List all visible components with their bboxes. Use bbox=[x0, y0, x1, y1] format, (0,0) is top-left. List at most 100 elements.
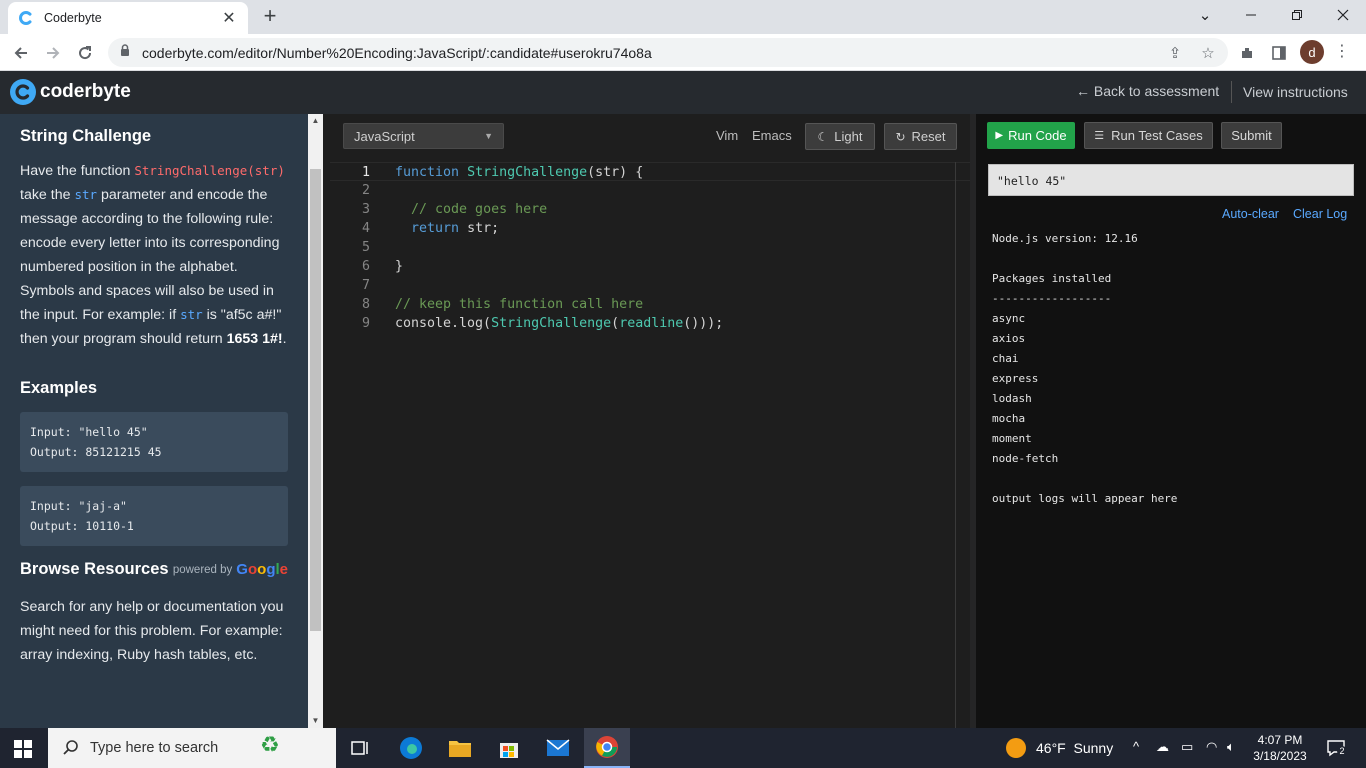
param-code: str bbox=[74, 187, 98, 202]
extensions-icon[interactable] bbox=[1234, 40, 1260, 66]
taskbar-search-box[interactable]: Type here to search ♻ bbox=[48, 728, 336, 768]
clock-date: 3/18/2023 bbox=[1253, 749, 1307, 763]
scroll-up-icon[interactable]: ▲ bbox=[308, 114, 323, 128]
address-bar[interactable]: coderbyte.com/editor/Number%20Encoding:J… bbox=[108, 38, 1228, 67]
desc-text: Have the function bbox=[20, 163, 135, 179]
scroll-down-icon[interactable]: ▼ bbox=[308, 714, 323, 728]
onedrive-cloud-icon[interactable]: ☁ bbox=[1156, 739, 1169, 755]
console-line: ------------------ bbox=[992, 292, 1112, 305]
restore-button[interactable] bbox=[1274, 0, 1320, 30]
forward-arrow-icon[interactable] bbox=[40, 40, 66, 66]
example-input: Input: "jaj-a" bbox=[30, 499, 127, 513]
weather-widget[interactable]: 46°F Sunny bbox=[1006, 738, 1113, 758]
tab-close-icon[interactable]: ✕ bbox=[220, 8, 238, 28]
browser-menu-icon[interactable]: ⋮ bbox=[1334, 40, 1350, 64]
weather-text: 46°F Sunny bbox=[1036, 740, 1114, 756]
emacs-mode-button[interactable]: Emacs bbox=[752, 128, 792, 143]
submit-button[interactable]: Submit bbox=[1221, 122, 1282, 149]
tab-search-icon[interactable]: ⌄ bbox=[1182, 0, 1228, 30]
browser-toolbar: coderbyte.com/editor/Number%20Encoding:J… bbox=[0, 34, 1366, 71]
back-to-assessment-link[interactable]: ← Back to assessment bbox=[1076, 83, 1219, 99]
windows-start-icon[interactable] bbox=[14, 740, 32, 758]
scrollbar-thumb[interactable] bbox=[310, 169, 321, 631]
task-view-icon[interactable] bbox=[346, 734, 374, 762]
challenge-description: Have the function StringChallenge(str) t… bbox=[20, 159, 288, 351]
coderbyte-logo[interactable]: coderbyte bbox=[10, 79, 131, 105]
header-divider bbox=[1231, 81, 1232, 103]
bookmark-star-icon[interactable]: ☆ bbox=[1195, 40, 1221, 66]
google-logo: Google bbox=[236, 561, 288, 578]
chrome-icon bbox=[596, 736, 618, 758]
minimize-icon bbox=[1246, 14, 1256, 16]
code-line: 5 bbox=[330, 238, 970, 257]
reset-label: Reset bbox=[911, 129, 946, 144]
back-arrow-icon[interactable] bbox=[8, 40, 34, 66]
example-block: Input: "jaj-a" Output: 10110-1 bbox=[20, 486, 288, 546]
light-theme-button[interactable]: ☾ Light bbox=[805, 123, 875, 150]
examples-title: Examples bbox=[20, 379, 98, 397]
browser-tab-strip: Coderbyte ✕ + ⌄ bbox=[0, 0, 1366, 34]
microsoft-store-icon[interactable] bbox=[495, 734, 523, 762]
close-window-button[interactable] bbox=[1320, 0, 1366, 30]
line-number: 9 bbox=[361, 316, 370, 331]
reload-icon[interactable] bbox=[72, 40, 98, 66]
reset-button[interactable]: ↻ Reset bbox=[884, 123, 957, 150]
tab-title: Coderbyte bbox=[44, 11, 102, 25]
system-clock[interactable]: 4:07 PM 3/18/2023 bbox=[1250, 732, 1310, 764]
run-code-button[interactable]: ▶ Run Code bbox=[987, 122, 1075, 149]
line-number: 6 bbox=[361, 259, 370, 274]
editor-toolbar: JavaScript ▼ Vim Emacs ☾ Light ↻ Reset bbox=[330, 114, 970, 156]
line-number: 4 bbox=[361, 221, 370, 236]
minimize-button[interactable] bbox=[1228, 0, 1274, 30]
console-line: node-fetch bbox=[992, 452, 1059, 465]
moon-icon: ☾ bbox=[817, 129, 829, 144]
output-panel: ▶ Run Code ☰ Run Test Cases Submit "hell… bbox=[976, 114, 1366, 728]
challenge-title: String Challenge bbox=[20, 127, 152, 145]
language-select[interactable]: JavaScript ▼ bbox=[343, 123, 504, 149]
tray-chevron-icon[interactable]: ^ bbox=[1133, 739, 1139, 754]
console-line: chai bbox=[992, 352, 1019, 365]
search-icon bbox=[63, 740, 78, 755]
mail-icon[interactable] bbox=[544, 734, 572, 762]
console-line: lodash bbox=[992, 392, 1032, 405]
custom-input-field[interactable]: "hello 45" bbox=[988, 164, 1354, 196]
line-number: 2 bbox=[361, 183, 370, 198]
clear-log-link[interactable]: Clear Log bbox=[1293, 207, 1347, 221]
view-instructions-link[interactable]: View instructions bbox=[1243, 84, 1348, 100]
share-icon[interactable]: ⇪ bbox=[1162, 40, 1188, 66]
vim-mode-button[interactable]: Vim bbox=[716, 128, 738, 143]
file-explorer-icon[interactable] bbox=[446, 734, 474, 762]
code-lines[interactable]: 1 function StringChallenge(str) { 2 3 // … bbox=[330, 162, 970, 333]
line-number: 7 bbox=[361, 278, 370, 293]
run-test-cases-button[interactable]: ☰ Run Test Cases bbox=[1084, 122, 1213, 149]
wifi-icon[interactable]: ◠ bbox=[1206, 739, 1217, 755]
volume-icon[interactable]: 🔈︎ bbox=[1227, 739, 1235, 755]
console-line: output logs will appear here bbox=[992, 492, 1178, 505]
example-output: Output: 85121215 45 bbox=[30, 445, 162, 459]
challenge-panel-scrollbar[interactable]: ▲ ▼ bbox=[308, 114, 323, 728]
side-panel-icon[interactable] bbox=[1266, 40, 1292, 66]
notifications-button[interactable]: 2 bbox=[1326, 738, 1347, 758]
auto-clear-link[interactable]: Auto-clear bbox=[1222, 207, 1279, 221]
browser-tab[interactable]: Coderbyte ✕ bbox=[8, 2, 248, 34]
console-line: Packages installed bbox=[992, 272, 1112, 285]
powered-by-google: powered by Google bbox=[173, 561, 288, 578]
code-line: 7 bbox=[330, 276, 970, 295]
profile-avatar[interactable]: d bbox=[1300, 40, 1324, 64]
new-tab-button[interactable]: + bbox=[258, 5, 282, 29]
clock-time: 4:07 PM bbox=[1257, 733, 1303, 747]
edge-browser-icon[interactable] bbox=[397, 734, 425, 762]
console-line: async bbox=[992, 312, 1026, 325]
line-number: 8 bbox=[361, 297, 370, 312]
battery-icon[interactable]: ▭ bbox=[1181, 739, 1193, 755]
language-value: JavaScript bbox=[354, 129, 415, 144]
chrome-taskbar-button[interactable] bbox=[584, 728, 630, 768]
line-number: 5 bbox=[361, 240, 370, 255]
console-line: Node.js version: 12.16 bbox=[992, 232, 1138, 245]
desc-text: take the bbox=[20, 187, 75, 203]
example-input: Input: "hello 45" bbox=[30, 425, 148, 439]
console-line: axios bbox=[992, 332, 1026, 345]
console-line: moment bbox=[992, 432, 1032, 445]
